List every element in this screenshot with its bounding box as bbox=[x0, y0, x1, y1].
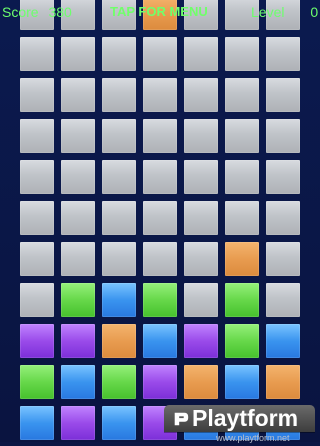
tile-blue[interactable] bbox=[20, 406, 54, 440]
tile-green[interactable] bbox=[20, 365, 54, 399]
tile-gray[interactable] bbox=[102, 78, 136, 112]
tile-blue[interactable] bbox=[143, 324, 177, 358]
tile-gray[interactable] bbox=[61, 242, 95, 276]
tile-gray[interactable] bbox=[61, 119, 95, 153]
tile-blue[interactable] bbox=[102, 283, 136, 317]
score-display: Score 380 bbox=[2, 4, 72, 20]
tile-purple[interactable] bbox=[184, 324, 218, 358]
tile-green[interactable] bbox=[225, 283, 259, 317]
tile-gray[interactable] bbox=[143, 119, 177, 153]
tap-for-menu-button[interactable]: TAP FOR MENU bbox=[110, 4, 208, 19]
tile-gray[interactable] bbox=[184, 119, 218, 153]
tile-gray[interactable] bbox=[143, 242, 177, 276]
tile-purple[interactable] bbox=[61, 406, 95, 440]
tile-gray[interactable] bbox=[266, 201, 300, 235]
tile-blue[interactable] bbox=[225, 365, 259, 399]
tile-blue[interactable] bbox=[266, 324, 300, 358]
tile-orange[interactable] bbox=[184, 365, 218, 399]
tile-gray[interactable] bbox=[102, 242, 136, 276]
site-watermark: Playtform www.playtform.net bbox=[164, 405, 315, 443]
watermark-bar: Playtform bbox=[164, 405, 315, 432]
tile-gray[interactable] bbox=[266, 283, 300, 317]
tile-gray[interactable] bbox=[184, 283, 218, 317]
tile-gray[interactable] bbox=[61, 78, 95, 112]
tile-gray[interactable] bbox=[184, 160, 218, 194]
tile-gray[interactable] bbox=[20, 242, 54, 276]
tile-gray[interactable] bbox=[102, 160, 136, 194]
tile-gray[interactable] bbox=[184, 78, 218, 112]
tile-green[interactable] bbox=[143, 283, 177, 317]
tile-gray[interactable] bbox=[184, 242, 218, 276]
tile-gray[interactable] bbox=[225, 160, 259, 194]
tile-gray[interactable] bbox=[266, 37, 300, 71]
tile-blue[interactable] bbox=[61, 365, 95, 399]
tile-gray[interactable] bbox=[266, 160, 300, 194]
tile-gray[interactable] bbox=[143, 160, 177, 194]
tile-orange[interactable] bbox=[102, 324, 136, 358]
tile-gray[interactable] bbox=[225, 119, 259, 153]
tile-gray[interactable] bbox=[61, 160, 95, 194]
tile-gray[interactable] bbox=[20, 201, 54, 235]
tile-green[interactable] bbox=[225, 324, 259, 358]
tile-gray[interactable] bbox=[225, 78, 259, 112]
tile-gray[interactable] bbox=[20, 78, 54, 112]
tile-purple[interactable] bbox=[143, 365, 177, 399]
tile-gray[interactable] bbox=[20, 160, 54, 194]
tile-gray[interactable] bbox=[266, 242, 300, 276]
tile-gray[interactable] bbox=[266, 78, 300, 112]
tile-gray[interactable] bbox=[225, 201, 259, 235]
tile-gray[interactable] bbox=[61, 37, 95, 71]
tile-orange[interactable] bbox=[225, 242, 259, 276]
score-value: 380 bbox=[48, 4, 72, 20]
hud-bar: Score 380 TAP FOR MENU Level 0 bbox=[0, 0, 320, 24]
tile-orange[interactable] bbox=[266, 365, 300, 399]
tile-gray[interactable] bbox=[184, 201, 218, 235]
playtform-logo-icon bbox=[174, 412, 189, 425]
level-display: Level 0 bbox=[251, 4, 318, 20]
tile-gray[interactable] bbox=[102, 119, 136, 153]
score-label: Score bbox=[2, 4, 39, 20]
tile-gray[interactable] bbox=[266, 119, 300, 153]
tile-gray[interactable] bbox=[143, 201, 177, 235]
tile-gray[interactable] bbox=[102, 201, 136, 235]
game-board[interactable] bbox=[20, 0, 307, 446]
tile-green[interactable] bbox=[102, 365, 136, 399]
tile-gray[interactable] bbox=[20, 37, 54, 71]
tile-gray[interactable] bbox=[143, 78, 177, 112]
tile-blue[interactable] bbox=[102, 406, 136, 440]
tile-gray[interactable] bbox=[61, 201, 95, 235]
tile-purple[interactable] bbox=[61, 324, 95, 358]
tile-gray[interactable] bbox=[143, 37, 177, 71]
level-value: 0 bbox=[310, 4, 319, 20]
tile-gray[interactable] bbox=[184, 37, 218, 71]
tile-green[interactable] bbox=[61, 283, 95, 317]
tile-gray[interactable] bbox=[102, 37, 136, 71]
tile-gray[interactable] bbox=[225, 37, 259, 71]
watermark-brand-text: Playtform bbox=[192, 405, 299, 431]
tile-gray[interactable] bbox=[20, 283, 54, 317]
level-label: Level bbox=[251, 4, 285, 20]
tile-purple[interactable] bbox=[20, 324, 54, 358]
tile-gray[interactable] bbox=[20, 119, 54, 153]
